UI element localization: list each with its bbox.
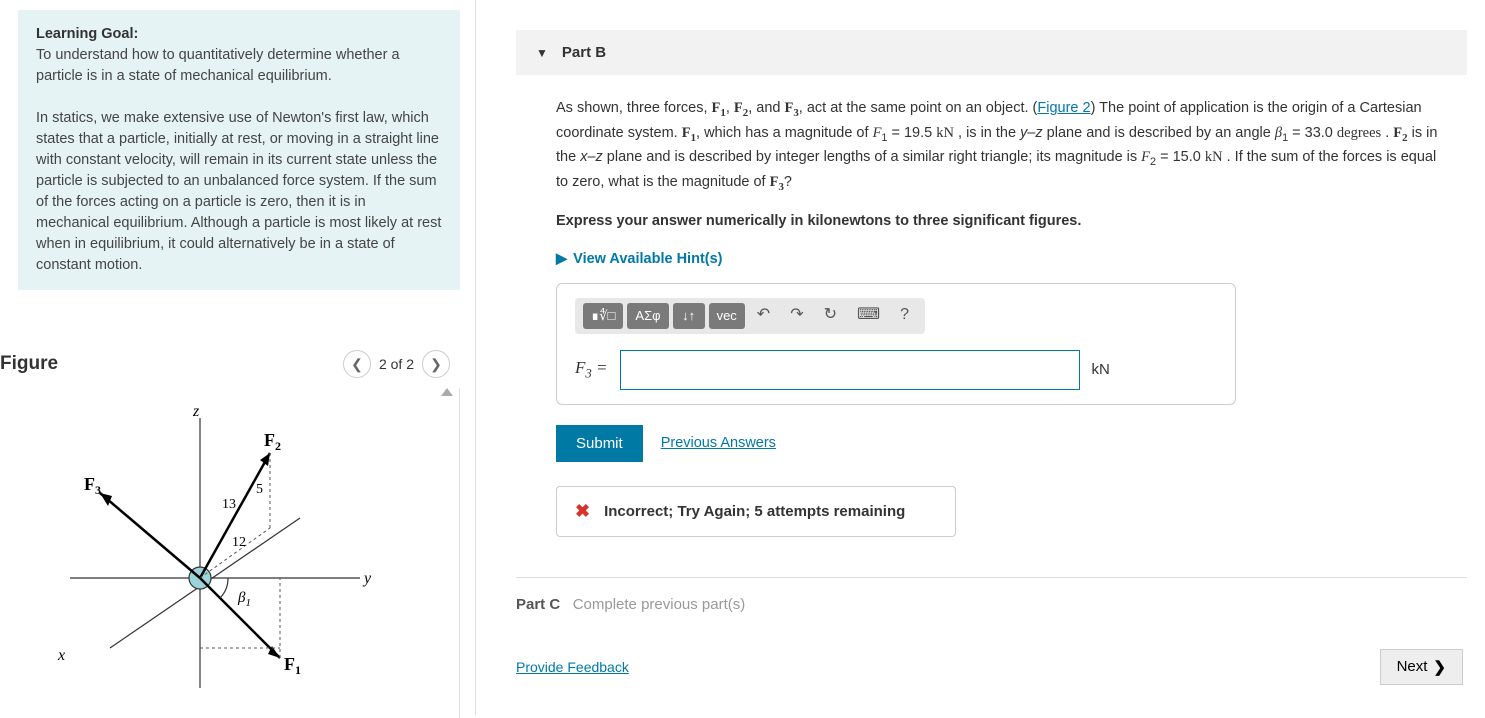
tri-opp: 5 [256,482,263,497]
chevron-left-icon: ❮ [351,356,363,373]
right-panel: ▼ Part B As shown, three forces, F1, F2,… [475,0,1485,715]
caret-down-icon: ▼ [536,46,548,60]
redo-icon[interactable]: ↷ [782,303,811,329]
learning-goal-box: Learning Goal: To understand how to quan… [18,10,460,290]
figure-page-indicator: 2 of 2 [379,356,414,372]
answer-box: ∎∜□ ΑΣφ ↓↑ vec ↶ ↷ ↻ ⌨ ? F3 = kN [556,283,1236,405]
part-c-status: Complete previous part(s) [573,596,746,613]
scroll-up-icon[interactable] [441,388,453,396]
answer-unit: kN [1092,358,1110,381]
tri-hyp: 13 [222,497,236,512]
reset-icon[interactable]: ↻ [816,303,845,329]
equation-toolbar: ∎∜□ ΑΣφ ↓↑ vec ↶ ↷ ↻ ⌨ ? [575,298,925,334]
learning-goal-body: In statics, we make extensive use of New… [36,110,441,273]
provide-feedback-link[interactable]: Provide Feedback [516,659,629,675]
x-axis-label: x [57,647,65,664]
feedback-text: Incorrect; Try Again; 5 attempts remaini… [604,503,905,520]
figure-prev-button[interactable]: ❮ [343,350,371,378]
f2-label: F2 [264,430,281,453]
force-diagram: z y x F3 F2 13 5 12 F1 [0,388,440,708]
feedback-box: ✖ Incorrect; Try Again; 5 attempts remai… [556,486,956,537]
f3-label: F3 [84,474,101,497]
figure-header: Figure ❮ 2 of 2 ❯ [0,350,460,378]
part-c-label: Part C [516,596,560,613]
caret-right-icon: ▶ [556,248,567,270]
help-icon[interactable]: ? [892,303,917,329]
part-b-title: Part B [562,44,606,61]
templates-button[interactable]: ∎∜□ [583,303,623,329]
bottom-row: Provide Feedback Next ❯ [516,649,1467,685]
tri-adj: 12 [232,535,246,550]
keyboard-icon[interactable]: ⌨ [849,303,888,329]
figure-next-button[interactable]: ❯ [422,350,450,378]
answer-variable: F3 = [575,355,608,384]
f1-label: F1 [284,654,301,677]
part-b-body: As shown, three forces, F1, F2, and F3, … [516,75,1467,405]
next-button[interactable]: Next ❯ [1380,649,1463,685]
learning-goal-label: Learning Goal: [36,26,138,42]
chevron-right-icon: ❯ [430,356,442,373]
view-hints-button[interactable]: ▶ View Available Hint(s) [556,248,1447,270]
vec-button[interactable]: vec [709,303,745,329]
subsup-button[interactable]: ↓↑ [673,303,705,329]
chevron-right-icon: ❯ [1433,658,1446,676]
incorrect-icon: ✖ [575,501,590,522]
part-b-prompt: As shown, three forces, F1, F2, and F3, … [556,97,1447,196]
previous-answers-link[interactable]: Previous Answers [661,435,776,451]
learning-goal-text: To understand how to quantitatively dete… [36,47,400,84]
instruction-text: Express your answer numerically in kilon… [556,210,1447,232]
figure-title: Figure [0,353,58,375]
z-axis-label: z [192,403,200,420]
beta-label: β1 [237,590,251,609]
figure-canvas: z y x F3 F2 13 5 12 F1 [0,388,460,718]
part-b-header[interactable]: ▼ Part B [516,30,1467,75]
part-c-header: Part C Complete previous part(s) [516,577,1467,613]
greek-button[interactable]: ΑΣφ [627,303,668,329]
answer-row: F3 = kN [575,350,1217,390]
figure-nav: ❮ 2 of 2 ❯ [343,350,450,378]
left-panel: Learning Goal: To understand how to quan… [0,0,475,715]
figure-2-link[interactable]: Figure 2 [1037,100,1090,116]
submit-row: Submit Previous Answers [556,425,1467,462]
undo-icon[interactable]: ↶ [749,303,778,329]
answer-input[interactable] [620,350,1080,390]
submit-button[interactable]: Submit [556,425,643,462]
y-axis-label: y [362,570,372,587]
